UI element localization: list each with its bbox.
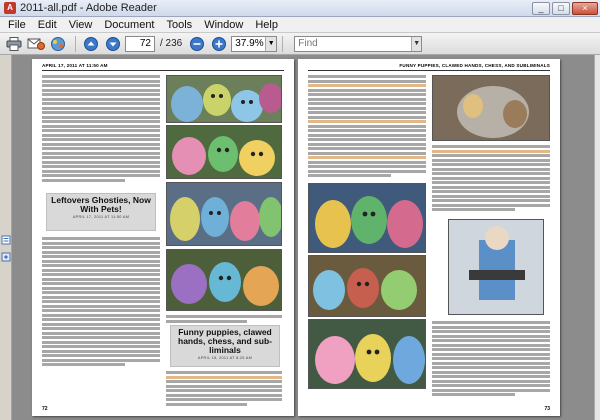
menu-document[interactable]: Document bbox=[98, 19, 160, 31]
toy-photo-image bbox=[167, 250, 281, 310]
chevron-down-icon[interactable]: ▼ bbox=[265, 36, 277, 51]
close-button[interactable]: × bbox=[572, 1, 598, 15]
attachments-panel-icon[interactable] bbox=[1, 252, 11, 262]
window-title: 2011-all.pdf - Adobe Reader bbox=[20, 2, 157, 14]
menu-view[interactable]: View bbox=[63, 19, 99, 31]
toy-photo-image bbox=[309, 256, 425, 316]
toy-photo-image bbox=[167, 76, 281, 122]
email-icon bbox=[27, 38, 45, 50]
pdf-page-right: FUNNY PUPPIES, CLAWED HANDS, CHESS, AND … bbox=[298, 59, 560, 416]
toolbar: / 236 37.9% ▼ ▼ bbox=[0, 33, 600, 55]
post-title-box: Funny puppies, clawed hands, chess, and … bbox=[170, 325, 280, 367]
post-title: Leftovers Ghosties, Now With Pets! bbox=[51, 195, 151, 214]
arrow-down-icon bbox=[106, 36, 120, 51]
chevron-down-icon[interactable]: ▼ bbox=[411, 36, 422, 51]
text-column bbox=[166, 371, 282, 407]
text-column bbox=[432, 321, 550, 398]
running-head-date: APRIL 17, 2011 AT 11:50 AM bbox=[42, 63, 108, 68]
toy-photo-image bbox=[167, 126, 281, 178]
toy-photo bbox=[166, 125, 282, 179]
toy-photo bbox=[432, 75, 550, 141]
vertical-scrollbar[interactable] bbox=[594, 55, 600, 420]
toy-photo bbox=[166, 75, 282, 123]
post-title-box: Leftovers Ghosties, Now With Pets! APRIL… bbox=[46, 193, 156, 231]
toolbar-separator bbox=[282, 35, 284, 52]
post-title: Funny puppies, clawed hands, chess, and … bbox=[178, 327, 272, 355]
page-number-left: 72 bbox=[42, 406, 48, 412]
toy-photo bbox=[308, 319, 426, 389]
menu-file[interactable]: File bbox=[2, 19, 32, 31]
adobe-reader-icon: A bbox=[4, 2, 16, 14]
arrow-up-icon bbox=[84, 36, 98, 51]
text-column bbox=[432, 145, 550, 213]
toy-photo-image bbox=[309, 184, 425, 252]
text-column bbox=[42, 75, 160, 183]
maximize-button[interactable]: □ bbox=[552, 1, 570, 15]
toy-photo bbox=[308, 183, 426, 253]
collaborate-icon bbox=[51, 36, 65, 51]
toy-photo-image bbox=[167, 183, 281, 245]
zoom-level-select[interactable]: 37.9% ▼ bbox=[231, 35, 278, 52]
pdf-page-left: APRIL 17, 2011 AT 11:50 AM Leftovers Gho… bbox=[32, 59, 294, 416]
running-head-right: FUNNY PUPPIES, CLAWED HANDS, CHESS, AND … bbox=[308, 63, 550, 71]
menu-help[interactable]: Help bbox=[249, 19, 284, 31]
document-viewer[interactable]: APRIL 17, 2011 AT 11:50 AM Leftovers Gho… bbox=[12, 55, 600, 420]
toolbar-separator bbox=[75, 35, 76, 52]
toy-photo bbox=[308, 255, 426, 317]
zoom-level-value: 37.9% bbox=[235, 38, 264, 49]
email-button[interactable] bbox=[26, 35, 46, 53]
print-icon bbox=[6, 36, 22, 51]
zoom-in-button[interactable] bbox=[209, 35, 229, 53]
toy-photo-image bbox=[433, 76, 549, 140]
next-page-button[interactable] bbox=[103, 35, 123, 53]
zoom-out-icon bbox=[190, 36, 205, 51]
toy-photo-image bbox=[309, 320, 425, 388]
page-number-right: 73 bbox=[544, 406, 550, 412]
toy-photo-image bbox=[449, 220, 543, 314]
text-column bbox=[42, 237, 160, 368]
running-head-left: APRIL 17, 2011 AT 11:50 AM bbox=[42, 63, 284, 71]
navigation-pane bbox=[0, 55, 12, 420]
post-date: APRIL 18, 2011 AT 8:25 AM bbox=[197, 356, 253, 360]
text-column bbox=[308, 75, 426, 179]
toy-photo bbox=[166, 249, 282, 311]
window-titlebar: A 2011-all.pdf - Adobe Reader _ □ × bbox=[0, 0, 600, 17]
post-date: APRIL 17, 2011 AT 11:50 AM bbox=[72, 215, 130, 219]
photo-caption bbox=[166, 315, 282, 324]
menu-window[interactable]: Window bbox=[198, 19, 249, 31]
page-total: / 236 bbox=[160, 38, 183, 49]
toy-photo bbox=[448, 219, 544, 315]
zoom-in-icon bbox=[212, 36, 227, 51]
collaborate-button[interactable] bbox=[48, 35, 68, 53]
menu-edit[interactable]: Edit bbox=[32, 19, 63, 31]
toy-photo bbox=[166, 182, 282, 246]
find-input[interactable] bbox=[298, 38, 412, 49]
running-head-title: FUNNY PUPPIES, CLAWED HANDS, CHESS, AND … bbox=[399, 63, 550, 68]
minimize-button[interactable]: _ bbox=[532, 1, 550, 15]
find-field[interactable]: ▼ bbox=[294, 35, 423, 52]
page-number-input[interactable] bbox=[125, 35, 155, 52]
zoom-out-button[interactable] bbox=[187, 35, 207, 53]
menu-tools[interactable]: Tools bbox=[161, 19, 199, 31]
previous-page-button[interactable] bbox=[81, 35, 101, 53]
pages-panel-icon[interactable] bbox=[1, 235, 11, 245]
menu-bar: File Edit View Document Tools Window Hel… bbox=[0, 17, 600, 33]
print-button[interactable] bbox=[4, 35, 24, 53]
